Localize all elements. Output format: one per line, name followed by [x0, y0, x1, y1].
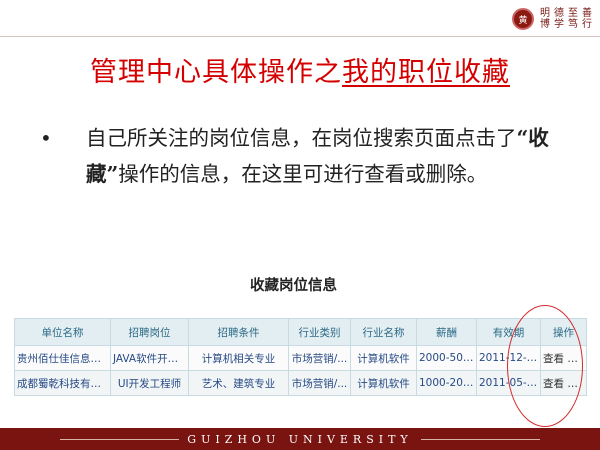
table-title: 收藏岗位信息 [250, 278, 337, 294]
cell-industry-type: 市场营销/... [288, 345, 351, 371]
col-header-requirements: 招聘条件 [188, 318, 289, 346]
footer-bar: GUIZHOU UNIVERSITY [0, 428, 600, 450]
annotation-circle [507, 305, 583, 427]
university-motto: 明 德 至 善 博 学 笃 行 [540, 8, 592, 30]
slide-title: 管理中心具体操作之我的职位收藏 [30, 50, 570, 89]
motto-char: 至 [568, 8, 578, 19]
col-header-position: 招聘岗位 [110, 318, 189, 346]
table-row: 贵州佰仕佳信息工程... JAVA软件开发... 计算机相关专业 市场营销/..… [14, 345, 587, 371]
header-divider [0, 36, 600, 37]
cell-position[interactable]: UI开发工程师 [110, 370, 189, 396]
cell-position[interactable]: JAVA软件开发... [110, 345, 189, 371]
motto-char: 学 [554, 19, 564, 30]
slide-title-underlined: 我的职位收藏 [342, 57, 510, 88]
slide-title-plain: 管理中心具体操作之 [90, 57, 342, 88]
table-row: 成都蜀乾科技有限公司 UI开发工程师 艺术、建筑专业 市场营销/... 计算机软… [14, 370, 587, 396]
favorites-table: 单位名称 招聘岗位 招聘条件 行业类别 行业名称 薪酬 有效期 操作 贵州佰仕佳… [14, 318, 587, 396]
col-header-industry-type: 行业类别 [288, 318, 351, 346]
bullet-text-part1: 自己所关注的岗位信息，在岗位搜索页面点击了 [86, 126, 517, 150]
col-header-company: 单位名称 [14, 318, 111, 346]
cell-industry-type: 市场营销/... [288, 370, 351, 396]
motto-char: 博 [540, 19, 550, 30]
footer-university-name: GUIZHOU UNIVERSITY [179, 432, 421, 446]
table-header-row: 单位名称 招聘岗位 招聘条件 行业类别 行业名称 薪酬 有效期 操作 [14, 318, 587, 346]
bullet-text: 自己所关注的岗位信息，在岗位搜索页面点击了“收藏”操作的信息，在这里可进行查看或… [86, 120, 566, 192]
motto-char: 德 [554, 8, 564, 19]
bullet-dot: • [40, 126, 52, 150]
university-seal-icon: 黄 [512, 8, 534, 30]
cell-salary: 2000-5000 [416, 345, 477, 371]
col-header-salary: 薪酬 [416, 318, 477, 346]
cell-company[interactable]: 成都蜀乾科技有限公司 [14, 370, 111, 396]
cell-industry-name: 计算机软件 [350, 370, 417, 396]
university-logo: 黄 明 德 至 善 博 学 笃 行 [512, 8, 592, 30]
motto-char: 行 [582, 19, 592, 30]
motto-char: 善 [582, 8, 592, 19]
cell-requirements: 计算机相关专业 [188, 345, 289, 371]
cell-industry-name: 计算机软件 [350, 345, 417, 371]
motto-char: 笃 [568, 19, 578, 30]
motto-char: 明 [540, 8, 550, 19]
cell-salary: 1000-2000 [416, 370, 477, 396]
bullet-text-part2: 操作的信息，在这里可进行查看或删除。 [118, 162, 488, 186]
cell-company[interactable]: 贵州佰仕佳信息工程... [14, 345, 111, 371]
col-header-industry-name: 行业名称 [350, 318, 417, 346]
cell-requirements: 艺术、建筑专业 [188, 370, 289, 396]
